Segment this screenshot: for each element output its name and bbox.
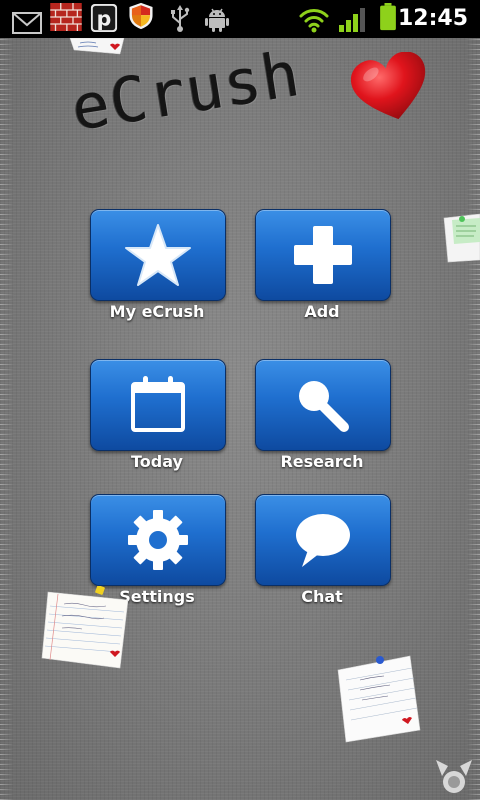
shield-icon xyxy=(129,2,153,30)
wifi-icon xyxy=(299,9,329,33)
fabric-edge-right xyxy=(466,38,480,800)
app-corner-logo-icon[interactable] xyxy=(432,752,476,796)
status-bar: p 12:45 xyxy=(0,0,480,38)
research-label: Research xyxy=(280,452,364,471)
fabric-edge-left xyxy=(0,38,14,800)
my-ecrush-button[interactable] xyxy=(90,209,226,301)
status-clock: 12:45 xyxy=(397,6,468,31)
parking-icon: p xyxy=(90,4,118,32)
add-label: Add xyxy=(304,302,340,321)
gmail-icon xyxy=(12,12,42,34)
signal-icon xyxy=(339,8,365,32)
android-debug-icon xyxy=(205,8,229,32)
research-button[interactable] xyxy=(255,359,391,451)
heart-icon xyxy=(350,52,426,120)
plus-icon xyxy=(294,226,352,284)
chat-button[interactable] xyxy=(255,494,391,586)
gear-icon xyxy=(128,510,188,570)
today-label: Today xyxy=(131,452,183,471)
chat-label: Chat xyxy=(301,587,343,606)
speech-bubble-icon xyxy=(296,514,350,567)
note-bottom-right-decoration xyxy=(337,655,421,743)
firewall-icon xyxy=(50,3,82,31)
add-button[interactable] xyxy=(255,209,391,301)
svg-text:p: p xyxy=(97,6,112,30)
note-bottom-left-decoration xyxy=(41,586,129,669)
settings-button[interactable] xyxy=(90,494,226,586)
my-ecrush-label: My eCrush xyxy=(109,302,205,321)
usb-icon xyxy=(171,5,190,32)
today-button[interactable] xyxy=(90,359,226,451)
magnifier-icon xyxy=(299,381,349,432)
note-right-decoration xyxy=(443,213,480,263)
star-icon xyxy=(125,224,191,286)
calendar-icon xyxy=(131,376,185,432)
battery-icon xyxy=(380,3,396,31)
note-top-decoration xyxy=(69,38,125,55)
